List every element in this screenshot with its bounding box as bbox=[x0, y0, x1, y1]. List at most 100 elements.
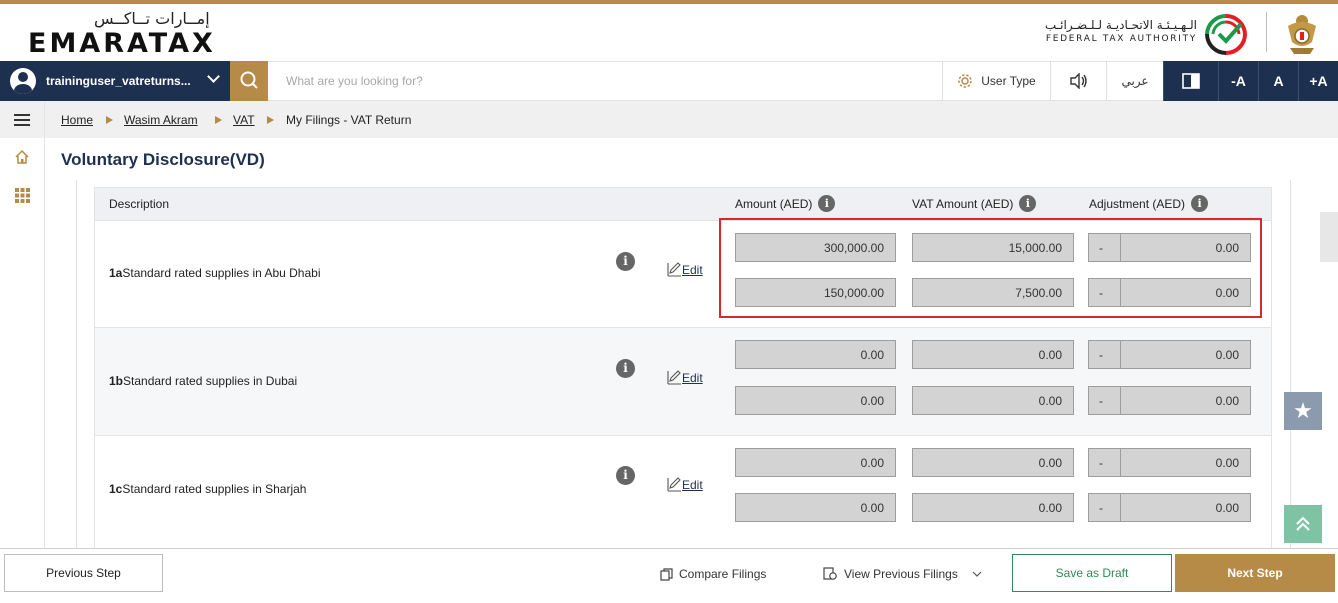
adjustment-field[interactable]: 0.00 bbox=[1120, 448, 1251, 477]
vat-amount-field[interactable]: 0.00 bbox=[912, 448, 1074, 477]
logo-arabic-text: إمــارات تــاكــس bbox=[94, 9, 210, 28]
header-vat-amount: VAT Amount (AED) i bbox=[912, 195, 1037, 212]
chevron-down-icon bbox=[972, 571, 982, 577]
avatar-icon bbox=[10, 68, 36, 94]
breadcrumb-home[interactable]: Home bbox=[61, 113, 93, 127]
header-amount-label: Amount (AED) bbox=[735, 196, 813, 211]
fta-english-name: FEDERAL TAX AUTHORITY bbox=[1045, 34, 1197, 44]
breadcrumb-user[interactable]: Wasim Akram bbox=[124, 113, 198, 127]
sidebar-item-home[interactable] bbox=[0, 140, 44, 174]
next-step-button[interactable]: Next Step bbox=[1175, 554, 1335, 592]
header-amount: Amount (AED) i bbox=[735, 195, 836, 212]
site-header: إمــارات تــاكــس EMARATAX الـهـيـئـة ال… bbox=[0, 4, 1338, 61]
adjustment-sign[interactable]: - bbox=[1088, 493, 1121, 522]
search-button[interactable] bbox=[230, 61, 268, 101]
font-increase-button[interactable]: +A bbox=[1298, 61, 1338, 101]
info-icon[interactable]: i bbox=[616, 359, 635, 378]
header-vat-label: VAT Amount (AED) bbox=[912, 196, 1014, 211]
audio-button[interactable] bbox=[1050, 61, 1106, 101]
favorite-button[interactable]: ★ bbox=[1284, 392, 1322, 430]
adjustment-sign[interactable]: - bbox=[1088, 448, 1121, 477]
vat-amount-field[interactable]: 0.00 bbox=[912, 340, 1074, 369]
info-icon[interactable]: i bbox=[1019, 195, 1037, 212]
breadcrumb-arrow-icon bbox=[215, 116, 222, 124]
info-icon[interactable]: i bbox=[818, 195, 836, 212]
double-chevron-up-icon bbox=[1296, 516, 1310, 531]
sidebar-item-apps[interactable] bbox=[0, 178, 44, 212]
speaker-icon bbox=[1069, 73, 1087, 89]
compare-filings-label: Compare Filings bbox=[679, 567, 767, 581]
font-decrease-button[interactable]: -A bbox=[1218, 61, 1258, 101]
highlight-box bbox=[719, 218, 1262, 318]
row-code: 1b bbox=[109, 374, 124, 388]
edit-button[interactable]: Edit bbox=[667, 477, 703, 492]
scroll-top-button[interactable] bbox=[1284, 505, 1322, 543]
user-menu[interactable]: traininguser_vatreturns... bbox=[0, 61, 230, 101]
menu-toggle-button[interactable] bbox=[0, 101, 44, 138]
compare-filings-button[interactable]: Compare Filings bbox=[660, 567, 766, 581]
amount-field[interactable]: 0.00 bbox=[735, 493, 896, 522]
history-icon bbox=[823, 567, 837, 580]
edit-icon bbox=[667, 477, 681, 492]
breadcrumb-arrow-icon bbox=[267, 116, 274, 124]
username-label: traininguser_vatreturns... bbox=[46, 74, 191, 88]
edit-icon bbox=[667, 370, 681, 385]
info-icon[interactable]: i bbox=[616, 466, 635, 485]
amount-field[interactable]: 0.00 bbox=[735, 448, 896, 477]
adjustment-sign[interactable]: - bbox=[1088, 386, 1121, 415]
header-adjustment-label: Adjustment (AED) bbox=[1089, 196, 1186, 211]
row-code: 1c bbox=[109, 482, 123, 496]
header-divider bbox=[1266, 12, 1267, 52]
edit-button[interactable]: Edit bbox=[667, 370, 703, 385]
header-description: Description bbox=[109, 197, 170, 211]
previous-step-button[interactable]: Previous Step bbox=[4, 554, 163, 592]
header-adjustment: Adjustment (AED) i bbox=[1089, 195, 1209, 212]
language-toggle[interactable]: عربي bbox=[1106, 61, 1163, 101]
edit-label: Edit bbox=[682, 478, 703, 492]
logo-english-text: EMARATAX bbox=[28, 28, 216, 59]
vat-amount-field[interactable]: 0.00 bbox=[912, 386, 1074, 415]
vat-amount-field[interactable]: 0.00 bbox=[912, 493, 1074, 522]
adjustment-sign[interactable]: - bbox=[1088, 340, 1121, 369]
edit-icon bbox=[667, 262, 681, 277]
save-as-draft-button[interactable]: Save as Draft bbox=[1012, 554, 1172, 592]
adjustment-field[interactable]: 0.00 bbox=[1120, 493, 1251, 522]
scrollbar[interactable] bbox=[1320, 212, 1338, 262]
view-previous-label: View Previous Filings bbox=[844, 567, 958, 581]
emaratax-logo[interactable]: EMARATAX bbox=[28, 28, 216, 59]
breadcrumb-vat[interactable]: VAT bbox=[233, 113, 255, 127]
gear-icon bbox=[958, 74, 973, 88]
row-label: Standard rated supplies in Dubai bbox=[123, 374, 298, 388]
user-type-label: User Type bbox=[981, 74, 1036, 88]
grid-icon bbox=[14, 187, 30, 203]
adjustment-field[interactable]: 0.00 bbox=[1120, 386, 1251, 415]
amount-field[interactable]: 0.00 bbox=[735, 340, 896, 369]
breadcrumb-arrow-icon bbox=[106, 116, 113, 124]
row-description: 1bStandard rated supplies in Dubai bbox=[109, 374, 297, 388]
info-icon[interactable]: i bbox=[1191, 195, 1209, 212]
fta-logo-icon bbox=[1205, 13, 1247, 55]
home-icon bbox=[15, 149, 29, 164]
row-description: 1cStandard rated supplies in Sharjah bbox=[109, 482, 306, 496]
breadcrumb-current: My Filings - VAT Return bbox=[286, 113, 412, 127]
page-title: Voluntary Disclosure(VD) bbox=[61, 150, 265, 169]
hamburger-icon bbox=[14, 113, 30, 126]
chevron-down-icon bbox=[207, 70, 220, 83]
user-type-button[interactable]: User Type bbox=[942, 61, 1050, 101]
contrast-icon bbox=[1182, 73, 1200, 89]
contrast-toggle[interactable] bbox=[1163, 61, 1218, 101]
star-icon: ★ bbox=[1293, 398, 1313, 423]
amount-field[interactable]: 0.00 bbox=[735, 386, 896, 415]
adjustment-field[interactable]: 0.00 bbox=[1120, 340, 1251, 369]
edit-button[interactable]: Edit bbox=[667, 262, 703, 277]
copy-icon bbox=[660, 567, 673, 581]
fta-arabic-name: الـهـيـئـة الاتحـاديـة لـلـضـرائـب bbox=[1044, 18, 1197, 32]
row-code: 1a bbox=[109, 266, 123, 280]
search-input[interactable] bbox=[286, 61, 936, 101]
uae-emblem-icon bbox=[1288, 15, 1316, 54]
row-label: Standard rated supplies in Abu Dhabi bbox=[122, 266, 321, 280]
view-previous-filings-dropdown[interactable]: View Previous Filings bbox=[823, 567, 982, 581]
font-normal-button[interactable]: A bbox=[1258, 61, 1298, 101]
info-icon[interactable]: i bbox=[616, 252, 635, 271]
edit-label: Edit bbox=[682, 263, 703, 277]
